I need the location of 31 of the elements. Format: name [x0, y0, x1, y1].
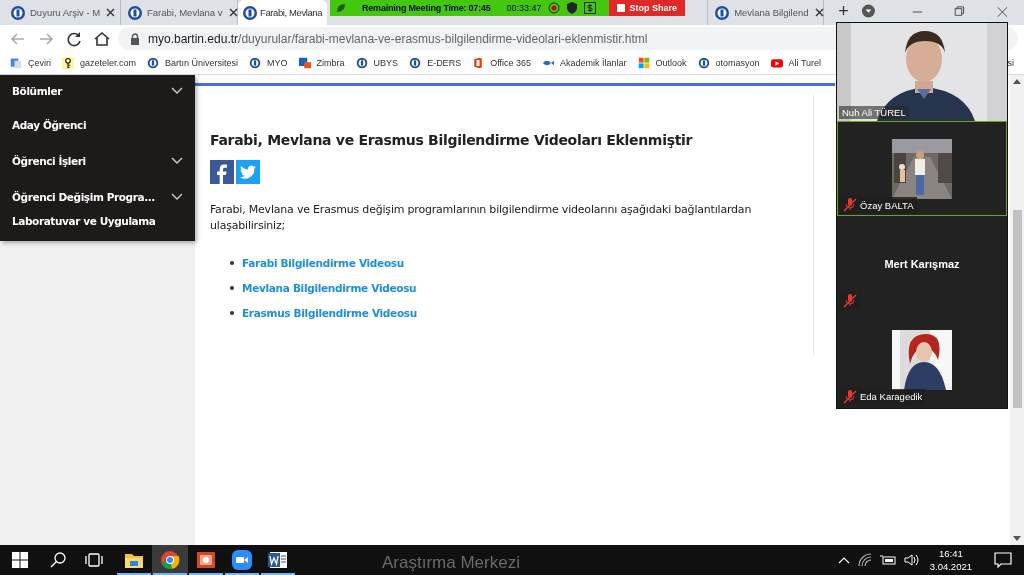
- clock[interactable]: 16:41 3.04.2021: [929, 547, 972, 573]
- sidebar-item[interactable]: Öğrenci İşleri: [0, 143, 195, 179]
- sidebar-item[interactable]: Öğrenci Değişim Progra...: [0, 179, 195, 215]
- participant-name: Mert Karışmaz: [884, 258, 960, 271]
- elapsed-time: 00:33:47: [506, 3, 542, 13]
- new-tab-button[interactable]: +: [838, 0, 849, 22]
- sidebar-item[interactable]: Aday Öğrenci: [0, 107, 195, 143]
- bookmark-item[interactable]: Akademik İlanlar: [542, 57, 627, 69]
- stop-share-button[interactable]: Stop Share: [609, 0, 685, 16]
- bookmark-item[interactable]: Office 365: [472, 57, 531, 69]
- sidebar-item[interactable]: Laboratuvar ve Uygulama: [0, 215, 195, 239]
- bookmark-item[interactable]: Ali Turel: [770, 57, 822, 69]
- participant-name: Eda Karagedik: [860, 391, 923, 403]
- participant-name: Özay BALTA: [860, 200, 914, 211]
- article-text: Farabi, Mevlana ve Erasmus değişim programlarının bilgilendirme videolarını aşağıdaki bağlantılardan ulaşabilirsiniz;: [210, 202, 753, 233]
- bookmark-item[interactable]: gazeteler.com: [62, 57, 137, 69]
- bookmark-item[interactable]: si: [1007, 58, 1014, 68]
- bookmark-item[interactable]: Outlook: [637, 57, 687, 69]
- bookmark-item[interactable]: Çeviri: [10, 57, 51, 69]
- bookmark-item[interactable]: UBYS: [355, 57, 399, 69]
- browser-tab[interactable]: Farabi, Mevlana: [238, 0, 328, 25]
- bookmark-item[interactable]: Bartın Üniversitesi: [147, 57, 239, 69]
- sidebar-item[interactable]: Bölümler: [0, 75, 195, 107]
- footer-heading: Araştırma Merkezi: [382, 553, 520, 573]
- participant-name: Nuh Ali TÜREL: [842, 106, 906, 118]
- bookmark-item[interactable]: otomasyon: [697, 57, 760, 69]
- bookmark-item[interactable]: MYO: [249, 57, 288, 69]
- bookmark-item[interactable]: E-DERS: [409, 57, 462, 69]
- remaining-time: Remaining Meeting Time: 07:45: [362, 3, 491, 13]
- bookmark-item[interactable]: Zimbra: [298, 57, 345, 69]
- article-title: Farabi, Mevlana ve Erasmus Bilgilendirme Videoları Eklenmiştir: [210, 132, 694, 148]
